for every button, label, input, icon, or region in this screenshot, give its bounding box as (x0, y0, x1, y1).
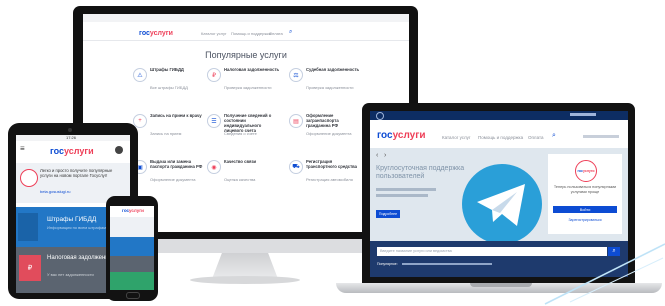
monitor-nav-catalog[interactable]: Каталог услуг (201, 31, 226, 36)
laptop-notch (470, 283, 532, 287)
monitor-search-icon[interactable]: ⌕ (289, 29, 292, 36)
tablet-promo-text: Легко и просто получите популярные услуг… (40, 168, 113, 178)
phone-promo (110, 217, 154, 237)
tablet-logo[interactable]: госуслуги (50, 146, 94, 156)
laptop-nav-pay[interactable]: Оплата (528, 135, 543, 140)
telegram-icon (462, 164, 542, 241)
service-title[interactable]: Качество связи (224, 159, 280, 164)
popular-links[interactable] (402, 263, 492, 265)
service-description: Оформление документа (306, 131, 352, 136)
tablet-tile-tax-badge: ₽ (19, 255, 41, 281)
logo-gos: гос (122, 208, 130, 213)
hero-prev-icon[interactable]: ‹ (376, 152, 378, 159)
tablet-menu-icon[interactable]: ≡ (20, 144, 25, 153)
service-description: Регистрация автомобиля (306, 177, 353, 182)
phone-home-button (126, 292, 140, 299)
monitor-logo[interactable]: госуслуги (139, 30, 173, 37)
quality-icon: ◉ (207, 160, 221, 174)
service-title[interactable]: Выдача или замена паспорта гражданина РФ (150, 159, 206, 169)
laptop-topbar (370, 111, 628, 120)
phone-logo[interactable]: госуслуги (122, 208, 144, 213)
monitor-topbar (83, 14, 409, 22)
light-streak-decoration (544, 243, 665, 305)
tablet-statusbar: 17:26 (16, 135, 130, 141)
tablet-time: 17:26 (66, 135, 77, 140)
service-title[interactable]: Штрафы ГИБДД (150, 67, 206, 72)
laptop-search-icon[interactable]: ⌕ (552, 132, 556, 140)
service-title[interactable]: Оформление загранпаспорта гражданина РФ (306, 113, 362, 128)
login-card: гос услуги Теперь пользоваться популярным… (548, 154, 622, 234)
badge-uslugi: услуги (582, 169, 595, 173)
laptop-logo[interactable]: госуслуги (377, 130, 426, 141)
service-description: Оценка качества (224, 177, 256, 182)
laptop-login-link[interactable] (583, 135, 619, 138)
phone-tile-1[interactable] (110, 237, 154, 256)
service-title[interactable]: Запись на прием к врачу (150, 113, 206, 118)
phone-tile-2[interactable] (110, 256, 154, 272)
logo-uslugi: услуги (64, 146, 94, 156)
tablet-tile-tax-sub: У вас нет задолженности (47, 272, 94, 277)
service-title[interactable]: Получение сведений о состоянии индивидуа… (224, 113, 280, 133)
service-description: Оформление документа (150, 177, 196, 182)
service-title[interactable]: Налоговая задолженность (224, 67, 280, 72)
tablet-tile-fines-title: Штрафы ГИБДД (47, 216, 97, 223)
phone-header: госуслуги (110, 206, 154, 217)
laptop-nav-catalog[interactable]: Каталог услуг (442, 135, 471, 140)
logo-uslugi: услуги (149, 30, 173, 37)
login-card-title: Теперь пользоваться популярными услугами… (553, 185, 617, 194)
register-link[interactable]: Зарегистрироваться (553, 218, 617, 222)
service-description: Запись на прием (150, 131, 182, 136)
car-icon: ⛟ (289, 160, 303, 174)
service-description: Проверка задолженности (224, 85, 272, 90)
login-button[interactable]: Войти (553, 206, 617, 213)
service-description: Проверка задолженности (306, 85, 354, 90)
monitor-foot (190, 276, 300, 284)
passport-icon: ▤ (289, 114, 303, 128)
gosuslugi-badge-icon: гос услуги (575, 160, 597, 182)
tablet-tile-fines-sub: Информация по всем штрафам (47, 225, 107, 230)
tablet-tile-fines-side (18, 213, 38, 241)
logo-uslugi: услуги (129, 208, 144, 213)
tax-icon: ₽ (207, 68, 221, 82)
popular-prefix: Популярное: (377, 262, 398, 266)
phone-tile-3[interactable] (110, 272, 154, 290)
monitor-nav-help[interactable]: Помощь и поддержка (231, 31, 271, 36)
emblem-icon (376, 112, 384, 120)
monitor-divider (83, 40, 409, 41)
hero-more-button[interactable]: Подробнее (376, 210, 400, 218)
logo-gos: гос (377, 130, 393, 141)
service-description: Сведения о счете (224, 131, 257, 136)
hero-next-icon[interactable]: › (384, 152, 386, 159)
monitor-section-title: Популярные услуги (205, 50, 287, 60)
hero-text-2 (376, 194, 428, 197)
tablet-promo-logo-icon (20, 169, 38, 187)
laptop-nav-help[interactable]: Помощь и поддержка (478, 135, 523, 140)
hero-text (376, 188, 436, 191)
tablet-camera (68, 128, 72, 132)
service-title[interactable]: Регистрация транспортного средства (306, 159, 362, 169)
phone-screen: госуслуги (110, 206, 154, 290)
monitor-nav-pay[interactable]: Оплата (269, 31, 283, 36)
court-icon: ⚖ (289, 68, 303, 82)
pension-icon: ☰ (207, 114, 221, 128)
service-title[interactable]: Судебная задолженность (306, 67, 362, 72)
tablet-promo-link[interactable]: beta.gosuslugi.ru (40, 189, 70, 194)
tablet-profile-icon[interactable] (115, 146, 123, 154)
traffic-fine-icon: ⚠ (133, 68, 147, 82)
logo-gos: гос (50, 146, 65, 156)
logo-gos: гос (139, 30, 150, 37)
logo-uslugi: услуги (392, 130, 426, 141)
laptop-hero: ‹ › Круглосуточная поддержка пользовател… (370, 148, 628, 241)
service-description: Все штрафы ГИБДД (150, 85, 188, 90)
laptop-location[interactable] (570, 113, 596, 116)
